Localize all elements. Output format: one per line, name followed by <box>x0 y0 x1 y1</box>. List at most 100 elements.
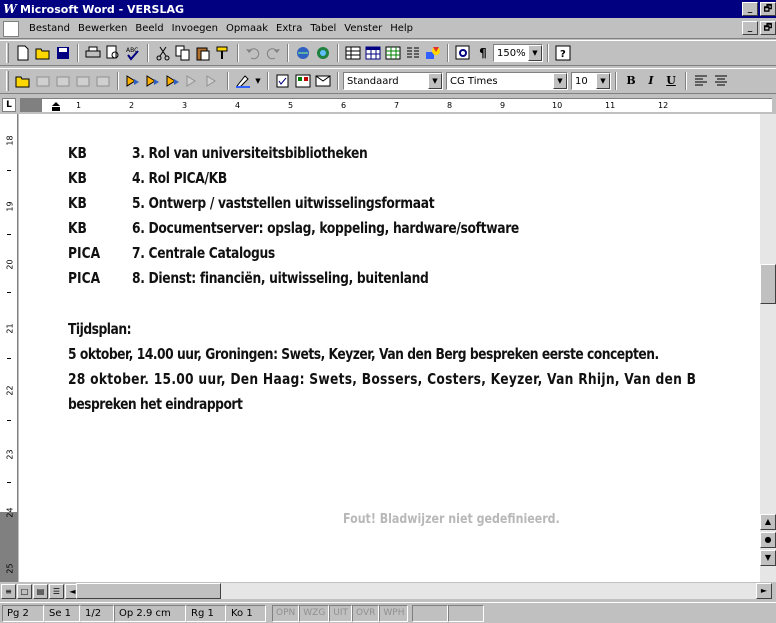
font-value: CG Times <box>450 75 498 87</box>
minimize-button[interactable]: _ <box>742 2 758 16</box>
window-title: Microsoft Word - VERSLAG <box>20 2 184 16</box>
document-page[interactable]: KB 3. Rol van universiteitsbibliotheken … <box>19 114 760 582</box>
save-icon[interactable] <box>54 44 72 62</box>
vertical-ruler[interactable]: 18 19 20 21 22 23 24 25 <box>0 114 18 582</box>
underline-button[interactable]: U <box>662 72 680 90</box>
menu-venster[interactable]: Venster <box>340 23 386 34</box>
outline-view-icon[interactable]: ☰ <box>49 583 64 599</box>
bold-button[interactable]: B <box>622 72 640 90</box>
item-text: 7. Centrale Catalogus <box>132 244 275 262</box>
vruler-dash <box>7 482 11 483</box>
scroll-up-icon[interactable]: ▲ <box>760 514 776 530</box>
web-toolbar-icon[interactable] <box>314 44 332 62</box>
merge-fields-icon[interactable] <box>294 72 312 90</box>
spelling-check-icon[interactable] <box>274 72 292 90</box>
macro-step-icon[interactable] <box>144 72 162 90</box>
ruler-tick: 1 <box>76 101 82 110</box>
toolbar-grip[interactable] <box>6 71 9 91</box>
document-window-controls: _ 🗗 <box>742 21 776 35</box>
scroll-thumb[interactable] <box>76 583 221 599</box>
font-select[interactable]: CG Times ▼ <box>446 72 568 90</box>
toolbar-separator <box>615 72 617 90</box>
new-document-icon[interactable] <box>14 44 32 62</box>
menu-bewerken[interactable]: Bewerken <box>74 23 131 34</box>
status-indicator-ext[interactable]: UIT <box>329 604 353 622</box>
drawing-icon[interactable] <box>424 44 442 62</box>
web-view-icon[interactable]: □ <box>17 583 32 599</box>
document-map-icon[interactable] <box>454 44 472 62</box>
document-icon[interactable] <box>3 20 19 37</box>
print-icon[interactable] <box>84 44 102 62</box>
doc-minimize-button[interactable]: _ <box>742 21 758 35</box>
status-indicator-wph[interactable]: WPH <box>379 604 409 622</box>
chevron-down-icon[interactable]: ▼ <box>596 73 610 89</box>
menu-beeld[interactable]: Beeld <box>131 23 167 34</box>
scroll-down-icon[interactable]: ▼ <box>760 550 776 566</box>
status-indicator-ovr[interactable]: OVR <box>352 604 380 622</box>
scroll-thumb[interactable] <box>760 264 776 304</box>
insert-table-icon[interactable] <box>364 44 382 62</box>
ruler-tick: 12 <box>658 101 669 110</box>
disabled-tool-icon[interactable] <box>34 72 52 90</box>
chevron-down-icon[interactable]: ▼ <box>428 73 442 89</box>
zoom-select[interactable]: 150% ▼ <box>493 44 543 62</box>
toolbar-separator <box>147 44 149 62</box>
status-indicator-trk[interactable]: WZG <box>299 604 330 622</box>
normal-view-icon[interactable]: ≡ <box>1 583 16 599</box>
highlight-icon[interactable] <box>234 72 252 90</box>
folder-open-icon[interactable] <box>14 72 32 90</box>
tab-selector[interactable]: L <box>2 98 16 112</box>
insert-excel-icon[interactable] <box>384 44 402 62</box>
horizontal-ruler: L 1 2 3 4 5 6 7 8 9 10 11 12 <box>0 96 776 114</box>
copy-icon[interactable] <box>174 44 192 62</box>
show-hide-icon[interactable]: ¶ <box>474 44 492 62</box>
doc-restore-button[interactable]: 🗗 <box>760 21 776 35</box>
style-select[interactable]: Standaard ▼ <box>343 72 443 90</box>
restore-button[interactable]: 🗗 <box>760 2 776 16</box>
tables-borders-icon[interactable] <box>344 44 362 62</box>
item-text: 3. Rol van universiteitsbibliotheken <box>132 144 368 162</box>
spelling-icon[interactable]: ABC <box>124 44 142 62</box>
disabled-tool-icon[interactable] <box>94 72 112 90</box>
menu-help[interactable]: Help <box>386 23 417 34</box>
vruler-tick: 21 <box>5 323 15 334</box>
menu-bestand[interactable]: Bestand <box>25 23 74 34</box>
scroll-right-icon[interactable]: ► <box>756 583 772 599</box>
disabled-tool-icon[interactable] <box>74 72 92 90</box>
print-preview-icon[interactable] <box>104 44 122 62</box>
page-view-icon[interactable]: ▤ <box>33 583 48 599</box>
status-indicator-rec[interactable]: OPN <box>272 604 300 622</box>
toolbar-grip[interactable] <box>6 43 9 63</box>
horizontal-scrollbar[interactable]: ► <box>76 583 772 599</box>
chevron-down-icon[interactable]: ▼ <box>254 72 262 90</box>
vertical-scrollbar[interactable]: ▲ ● ▼ <box>760 114 776 582</box>
italic-button[interactable]: I <box>642 72 660 90</box>
macro-record-icon[interactable] <box>184 72 202 90</box>
align-center-icon[interactable] <box>712 72 730 90</box>
menu-opmaak[interactable]: Opmaak <box>222 23 272 34</box>
align-left-icon[interactable] <box>692 72 710 90</box>
redo-icon[interactable] <box>264 44 282 62</box>
macro-run-icon[interactable] <box>124 72 142 90</box>
menu-invoegen[interactable]: Invoegen <box>168 23 222 34</box>
chevron-down-icon[interactable]: ▼ <box>553 73 567 89</box>
font-size-select[interactable]: 10 ▼ <box>571 72 611 90</box>
open-folder-icon[interactable] <box>34 44 52 62</box>
macro-next-icon[interactable] <box>164 72 182 90</box>
cut-icon[interactable] <box>154 44 172 62</box>
macro-stop-icon[interactable] <box>204 72 222 90</box>
undo-icon[interactable] <box>244 44 262 62</box>
columns-icon[interactable] <box>404 44 422 62</box>
status-pages: 1/2 <box>80 604 114 622</box>
insert-hyperlink-icon[interactable] <box>294 44 312 62</box>
paste-icon[interactable] <box>194 44 212 62</box>
format-painter-icon[interactable] <box>214 44 232 62</box>
help-icon[interactable]: ? <box>554 44 572 62</box>
ruler-scale[interactable]: 1 2 3 4 5 6 7 8 9 10 11 12 <box>20 98 772 112</box>
envelope-icon[interactable] <box>314 72 332 90</box>
menu-extra[interactable]: Extra <box>272 23 306 34</box>
chevron-down-icon[interactable]: ▼ <box>528 45 542 61</box>
disabled-tool-icon[interactable] <box>54 72 72 90</box>
browse-object-icon[interactable]: ● <box>760 532 776 548</box>
menu-tabel[interactable]: Tabel <box>306 23 340 34</box>
